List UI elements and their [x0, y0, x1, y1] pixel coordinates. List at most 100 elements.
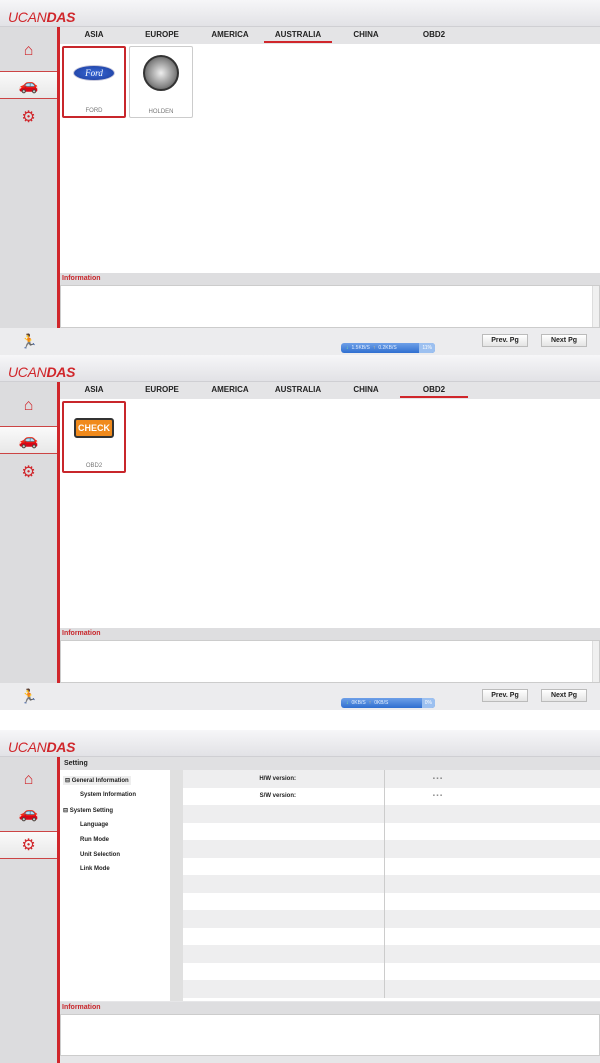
information-box	[60, 285, 600, 328]
tab-europe[interactable]: EUROPE	[128, 382, 196, 399]
settings-button[interactable]: ⚙	[0, 458, 57, 486]
tree-item-link-mode[interactable]: Link Mode	[80, 866, 110, 872]
logo-text-bold: DAS	[46, 364, 76, 380]
table-row	[183, 857, 600, 875]
tab-america[interactable]: AMERICA	[196, 382, 264, 399]
information-header: Information	[60, 628, 600, 640]
row-key: S/W version:	[183, 787, 385, 805]
settings-button[interactable]: ⚙	[0, 831, 57, 859]
info-table: H/W version: - - - S/W version: - - -	[183, 770, 600, 1001]
tab-asia[interactable]: ASIA	[60, 382, 128, 399]
upload-speed: 0.2KB/S	[378, 345, 397, 351]
upload-icon: ↑	[372, 345, 376, 351]
logo-text-bold: DAS	[46, 9, 76, 25]
tab-asia[interactable]: ASIA	[60, 27, 128, 44]
tab-australia[interactable]: AUSTRALIA	[264, 382, 332, 399]
tree-item-system-setting[interactable]: ⊟ System Setting	[63, 807, 113, 814]
table-row	[183, 980, 600, 998]
exit-icon[interactable]: 🏃	[20, 333, 37, 350]
holden-lion-logo-icon	[143, 55, 179, 91]
information-box	[60, 640, 600, 683]
prev-page-button[interactable]: Prev. Pg	[482, 689, 528, 702]
table-row: H/W version: - - -	[183, 770, 600, 788]
car-icon: 🚗	[18, 805, 39, 822]
tab-obd2[interactable]: OBD2	[400, 382, 468, 399]
settings-button[interactable]: ⚙	[0, 103, 57, 131]
app-logo: UCANDAS	[8, 739, 75, 755]
tree-label: General Information	[71, 778, 129, 784]
screen-manufacturer-australia: UCANDAS ⌂ 🚗 ⚙ ASIA EUROPE AMERICA AUSTRA…	[0, 0, 600, 355]
diagnosis-button[interactable]: 🚗	[0, 799, 57, 827]
brand-card-holden[interactable]: HOLDEN	[129, 46, 193, 118]
network-speed: ↓ 1.5KB/S ↑ 0.2KB/S 11%	[341, 343, 435, 353]
logo-text-bold: DAS	[46, 739, 76, 755]
information-header: Information	[60, 273, 600, 285]
network-speed: ↓ 0KB/S ↑ 0KB/S 0%	[341, 698, 435, 708]
bottom-bar: 🏃 ↓ 1.5KB/S ↑ 0.2KB/S 11% Prev. Pg Next Pg	[0, 328, 600, 355]
home-button[interactable]: ⌂	[0, 392, 57, 420]
table-row: S/W version: - - -	[183, 787, 600, 805]
tree-item-system-information[interactable]: System Information	[80, 792, 136, 798]
next-page-button[interactable]: Next Pg	[541, 689, 587, 702]
scrollbar[interactable]	[592, 286, 599, 327]
ford-logo-icon: Ford	[73, 65, 115, 81]
exit-icon[interactable]: 🏃	[20, 688, 37, 705]
tab-obd2[interactable]: OBD2	[400, 27, 468, 44]
app-logo: UCANDAS	[8, 364, 75, 380]
home-icon: ⌂	[23, 397, 34, 414]
prev-page-button[interactable]: Prev. Pg	[482, 334, 528, 347]
home-button[interactable]: ⌂	[0, 766, 57, 794]
home-button[interactable]: ⌂	[0, 37, 57, 65]
row-value: - - -	[432, 793, 443, 800]
table-row	[183, 962, 600, 980]
download-icon: ↓	[346, 345, 349, 351]
brand-label: HOLDEN	[148, 109, 174, 115]
sidebar: ⌂ 🚗 ⚙	[0, 27, 57, 328]
brand-label: OBD2	[85, 463, 103, 469]
car-icon: 🚗	[18, 77, 39, 94]
progress-percent: 11%	[419, 343, 435, 353]
table-row	[183, 892, 600, 910]
table-row	[183, 875, 600, 893]
home-icon: ⌂	[23, 42, 34, 59]
sidebar: ⌂ 🚗 ⚙	[0, 382, 57, 683]
tree-item-run-mode[interactable]: Run Mode	[80, 837, 109, 843]
tab-china[interactable]: CHINA	[332, 27, 400, 44]
tree-item-general-information[interactable]: ⊟ General Information	[63, 776, 131, 785]
brand-grid: Ford FORD HOLDEN	[60, 44, 600, 273]
title-bar: UCANDAS	[0, 730, 600, 757]
title-bar: UCANDAS	[0, 355, 600, 382]
tab-australia[interactable]: AUSTRALIA	[264, 27, 332, 44]
download-speed: 1.5KB/S	[351, 345, 370, 351]
tree-scrollbar[interactable]	[170, 770, 183, 1001]
tab-china[interactable]: CHINA	[332, 382, 400, 399]
setting-header: Setting	[60, 757, 600, 771]
diagnosis-button[interactable]: 🚗	[0, 426, 57, 454]
table-row	[183, 927, 600, 945]
next-page-button[interactable]: Next Pg	[541, 334, 587, 347]
home-icon: ⌂	[23, 771, 34, 788]
title-bar: UCANDAS	[0, 0, 600, 27]
brand-grid: CHECK OBD2	[60, 399, 600, 628]
scrollbar[interactable]	[592, 641, 599, 682]
diagnosis-button[interactable]: 🚗	[0, 71, 57, 99]
table-row	[183, 805, 600, 823]
brand-card-ford[interactable]: Ford FORD	[62, 46, 126, 118]
gears-icon: ⚙	[21, 837, 36, 854]
download-speed: 0KB/S	[351, 700, 366, 706]
tab-america[interactable]: AMERICA	[196, 27, 264, 44]
tree-item-unit-selection[interactable]: Unit Selection	[80, 852, 120, 858]
tab-europe[interactable]: EUROPE	[128, 27, 196, 44]
sidebar: ⌂ 🚗 ⚙	[0, 757, 57, 1063]
row-key: H/W version:	[183, 770, 385, 788]
brand-card-obd2[interactable]: CHECK OBD2	[62, 401, 126, 473]
information-box	[60, 1014, 600, 1056]
region-tabs: ASIA EUROPE AMERICA AUSTRALIA CHINA OBD2	[60, 382, 600, 399]
progress-percent: 0%	[421, 698, 435, 708]
logo-text: UCAN	[8, 9, 47, 25]
table-row	[183, 910, 600, 928]
brand-label: FORD	[85, 108, 103, 114]
settings-tree: ⊟ General Information System Information…	[60, 770, 170, 1001]
tree-label: System Setting	[69, 808, 114, 814]
tree-item-language[interactable]: Language	[80, 822, 108, 828]
